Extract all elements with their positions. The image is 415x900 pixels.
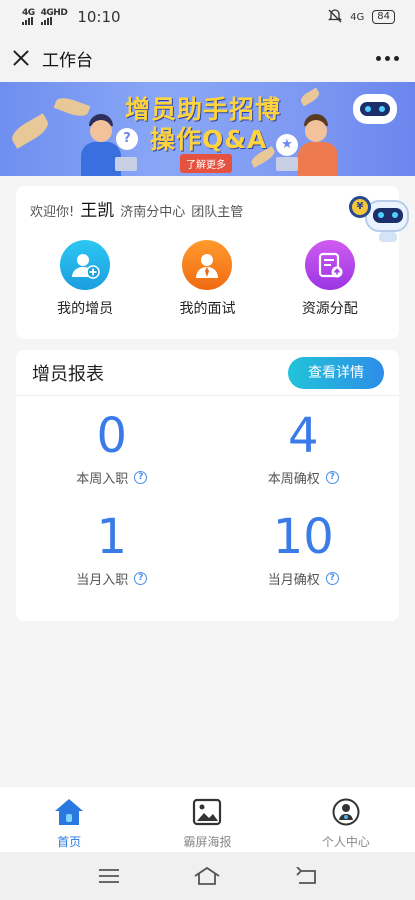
greeting: 欢迎你! [30,205,75,220]
robot-mascot-icon: ¥ [349,192,411,242]
interviewer-icon [182,240,233,290]
stat-value: 4 [287,408,319,464]
quick-actions: 我的增员 我的面试 资源分配 [16,240,399,318]
page-title: 工作台 [42,50,93,71]
question-bubble-icon: ? [116,128,138,150]
tab-poster[interactable]: 霸屏海报 [138,787,276,852]
network-type: 4G [350,11,365,23]
user-name: 王凯 [80,201,115,221]
tab-label: 个人中心 [321,835,370,849]
stat-value: 0 [96,408,128,464]
menu-icon[interactable] [95,866,123,886]
resource-allocation-button[interactable]: 资源分配 [280,240,380,318]
my-recruits-button[interactable]: 我的增员 [35,240,135,318]
report-header: 增员报表 查看详情 [16,350,399,396]
resource-assign-icon [304,240,355,290]
signal-icon: 4G [22,9,35,25]
user-department: 济南分中心 [120,205,186,220]
tab-label: 霸屏海报 [183,835,232,849]
add-user-icon [60,240,111,290]
clock: 10:10 [77,8,121,26]
my-interviews-button[interactable]: 我的面试 [157,240,257,318]
status-bar: 4G 4GHD 10:10 4G 84 [0,0,415,34]
mute-icon [328,8,343,26]
profile-icon [331,798,361,830]
stat-value: 10 [272,509,334,565]
illustration-person-right [276,102,350,176]
stat-monthly-onboard[interactable]: 1 当月入职? [16,507,208,588]
help-icon[interactable]: ? [325,471,339,484]
network-type: 4GHD [40,8,68,18]
stat-weekly-onboard[interactable]: 0 本周入职? [16,406,208,487]
stat-monthly-confirm[interactable]: 10 当月确权? [208,507,400,588]
tab-home[interactable]: 首页 [0,787,138,852]
tab-profile[interactable]: 个人中心 [277,787,415,852]
welcome-line: 欢迎你! 王凯 济南分中心 团队主管 [30,196,243,221]
quick-action-label: 资源分配 [301,301,358,317]
network-type: 4G [22,8,35,18]
tab-label: 首页 [57,835,82,849]
banner-subheadline: 操作Q&A [150,125,268,154]
signal-icon: 4GHD [40,8,68,25]
help-icon[interactable]: ? [134,471,148,484]
help-icon[interactable]: ? [134,572,148,585]
stat-weekly-confirm[interactable]: 4 本周确权? [208,406,400,487]
stat-label: 本周确权 [267,472,320,487]
view-details-button[interactable]: 查看详情 [288,356,384,389]
stat-label: 当月确权 [267,573,320,588]
stat-label: 本周入职 [76,472,129,487]
learn-more-button[interactable]: 了解更多 [180,154,232,173]
promo-banner[interactable]: ? 增员助手招博 操作Q&A 了解更多 ★ [0,82,415,176]
welcome-card: 欢迎你! 王凯 济南分中心 团队主管 ¥ 我的增员 我的面试 资源分配 [16,186,409,339]
home-nav-icon[interactable] [193,866,221,886]
nav-bar: 工作台 [0,34,415,82]
back-icon[interactable] [292,866,320,886]
quick-action-label: 我的面试 [179,301,236,317]
report-title: 增员报表 [32,363,104,385]
robot-mascot-icon [353,94,397,130]
bottom-tab-bar: 首页 霸屏海报 个人中心 [0,786,415,852]
poster-icon [192,798,222,830]
report-card: 增员报表 查看详情 0 本周入职? 4 本周确权? 1 当月入职? 10 当月确… [16,350,399,621]
user-role: 团队主管 [191,205,244,220]
help-icon[interactable]: ? [325,572,339,585]
stat-value: 1 [96,509,128,565]
system-nav-bar [0,852,415,900]
stats-grid: 0 本周入职? 4 本周确权? 1 当月入职? 10 当月确权? [16,406,399,588]
more-options-icon[interactable] [376,55,399,61]
home-icon [54,798,84,830]
battery-icon: 84 [372,10,395,24]
quick-action-label: 我的增员 [57,301,114,317]
close-icon[interactable] [12,49,30,67]
stat-label: 当月入职 [76,573,129,588]
